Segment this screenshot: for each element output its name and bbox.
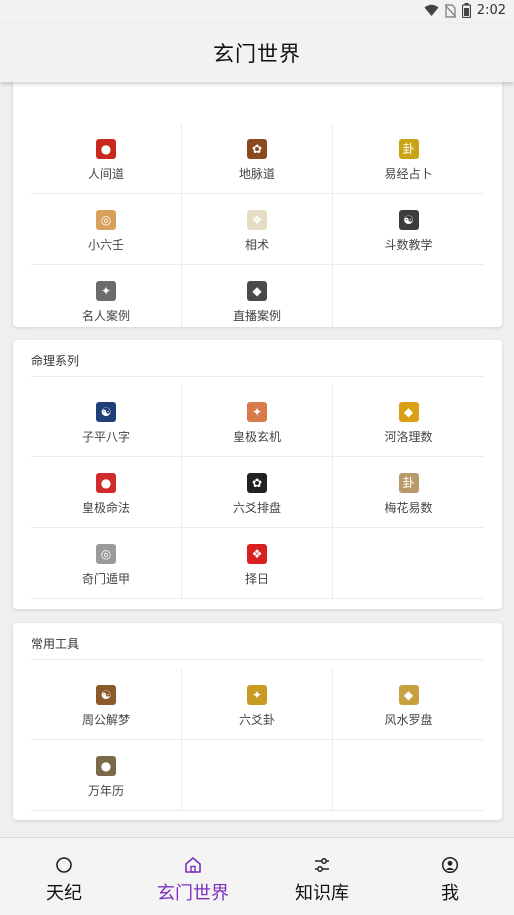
grid-empty-cell: [333, 740, 484, 811]
face-reading-icon: ❖: [247, 210, 267, 230]
home-icon: [185, 857, 201, 873]
section-card-tools: 常用工具 ☯ 周公解梦 ✦ 六爻卦 ◆ 风水罗盘 ● 万年历: [13, 623, 502, 820]
section-card-mingli: 命理系列 ☯ 子平八字 ✦ 皇极玄机 ◆ 河洛理数 ● 皇极命法 ✿ 六爻排盘 卦梅花易数 ◎ 奇门遁甲…: [13, 340, 502, 609]
grid-empty-cell: [333, 528, 484, 599]
grid-item-label: 地脉道: [238, 167, 275, 181]
tab-tianji[interactable]: 天纪: [0, 838, 128, 915]
status-icons: 2:02: [424, 3, 506, 18]
calendar-red-icon: ❖: [247, 544, 267, 564]
main-content[interactable]: ☯紫微斗数✦易理推命◆铁板神数●人间道✿地脉道卦易经占卜◎小六壬❖相术☯斗数教学…: [0, 82, 514, 837]
grid-item-label: 相术: [244, 238, 269, 252]
yinyang-square-icon: ✿: [247, 139, 267, 159]
grid-item-label: 万年历: [87, 784, 124, 798]
grid-item-label: 易经占卜: [384, 167, 433, 181]
grid-item[interactable]: ◆ 直播案例: [182, 265, 333, 336]
grid-item-label: 直播案例: [232, 309, 281, 323]
grid-item[interactable]: ◆ 河洛理数: [333, 386, 484, 457]
section-divider: [31, 659, 484, 660]
status-time: 2:02: [476, 3, 506, 18]
grid-item[interactable]: 卦易经占卜: [333, 123, 484, 194]
celebrity-portrait-icon: ✦: [96, 281, 116, 301]
grid-item-label: 周公解梦: [81, 713, 130, 727]
user-circle-icon: [441, 856, 459, 874]
grid-item-label: 斗数教学: [384, 238, 433, 252]
grid-item[interactable]: ◎ 奇门遁甲: [31, 528, 182, 599]
bagua-red-icon: ●: [96, 139, 116, 159]
luopan-icon: ◆: [398, 685, 419, 705]
grid-item[interactable]: ✦ 皇极玄机: [182, 386, 333, 457]
grid-item-label: 皇极玄机: [232, 430, 281, 444]
tab-label: 天纪: [46, 883, 82, 904]
sliders-icon: [315, 858, 329, 872]
grid-item-label: 小六壬: [87, 238, 124, 252]
yinyang-blue-icon: ☯: [96, 402, 116, 422]
bagua-red-white-icon: ●: [96, 473, 116, 493]
grid-empty-cell: [182, 740, 333, 811]
plum-bagua-icon: 卦: [398, 473, 419, 493]
grid-item[interactable]: ● 人间道: [31, 123, 182, 194]
calendar-wheel-icon: ●: [96, 756, 116, 776]
status-bar: 2:02: [0, 0, 514, 24]
grid-item[interactable]: ✿ 六爻排盘: [182, 457, 333, 528]
yinyang-small-icon: ✿: [247, 473, 267, 493]
yijing-icon: 卦: [398, 139, 419, 159]
coins-icon: ✦: [247, 685, 267, 705]
tab-me[interactable]: 我: [386, 838, 514, 915]
grid-item-label: 子平八字: [81, 430, 130, 444]
grid-item[interactable]: ☯ 周公解梦: [31, 669, 182, 740]
grid-item[interactable]: ✿ 地脉道: [182, 123, 333, 194]
tab-label: 我: [441, 883, 459, 904]
hetu-luoshu-icon: ◆: [398, 402, 419, 422]
section-title: 常用工具: [31, 637, 80, 651]
grid-item[interactable]: ☯ 子平八字: [31, 386, 182, 457]
grid-item[interactable]: ☯ 斗数教学: [333, 194, 484, 265]
compass-dial-icon: ◎: [96, 544, 116, 564]
grid-item-label: 择日: [244, 572, 269, 586]
grid-item[interactable]: ◆ 风水罗盘: [333, 669, 484, 740]
grid-item-label: 河洛理数: [384, 430, 433, 444]
battery-icon: [461, 3, 471, 18]
grid-item[interactable]: 卦梅花易数: [333, 457, 484, 528]
grid-item[interactable]: ❖ 择日: [182, 528, 333, 599]
grid-item[interactable]: ● 皇极命法: [31, 457, 182, 528]
grid-item-label: 六爻排盘: [232, 501, 281, 515]
grid-item[interactable]: ● 万年历: [31, 740, 182, 811]
bottom-tab-bar: 天纪 玄门世界 知识库 我: [0, 837, 514, 915]
figures-icon: ✦: [247, 402, 267, 422]
grid-item-label: 名人案例: [81, 309, 130, 323]
app-bar: 玄门世界: [0, 24, 514, 82]
teacher-portrait-icon: ☯: [398, 210, 419, 230]
section-card-divination: ☯紫微斗数✦易理推命◆铁板神数●人间道✿地脉道卦易经占卜◎小六壬❖相术☯斗数教学…: [13, 82, 502, 336]
live-broadcast-icon: ◆: [247, 281, 267, 301]
grid-item-label: 人间道: [87, 167, 124, 181]
tab-knowledge-base[interactable]: 知识库: [258, 838, 386, 915]
grid-item[interactable]: ✦ 六爻卦: [182, 669, 333, 740]
grid-item-label: 六爻卦: [238, 713, 275, 727]
dream-book-icon: ☯: [96, 685, 116, 705]
no-sim-icon: [444, 3, 456, 18]
tab-label: 知识库: [295, 883, 349, 904]
section-title: 命理系列: [31, 354, 80, 368]
grid-item[interactable]: ◎ 小六壬: [31, 194, 182, 265]
grid-item-label: 奇门遁甲: [81, 572, 130, 586]
tab-xuanmen-world[interactable]: 玄门世界: [129, 838, 257, 915]
grid-item-label: 梅花易数: [384, 501, 433, 515]
grid-item[interactable]: ✦ 名人案例: [31, 265, 182, 336]
wifi-icon: [424, 4, 439, 16]
grid-empty-cell: [333, 265, 484, 336]
circle-icon: [56, 857, 72, 873]
page-title: 玄门世界: [213, 42, 301, 66]
grid-item-label: 风水罗盘: [384, 713, 433, 727]
tab-label: 玄门世界: [157, 883, 229, 904]
hand-icon: ◎: [96, 210, 116, 230]
grid-item-label: 皇极命法: [81, 501, 130, 515]
grid-item[interactable]: ❖ 相术: [182, 194, 333, 265]
section-divider: [31, 376, 484, 377]
